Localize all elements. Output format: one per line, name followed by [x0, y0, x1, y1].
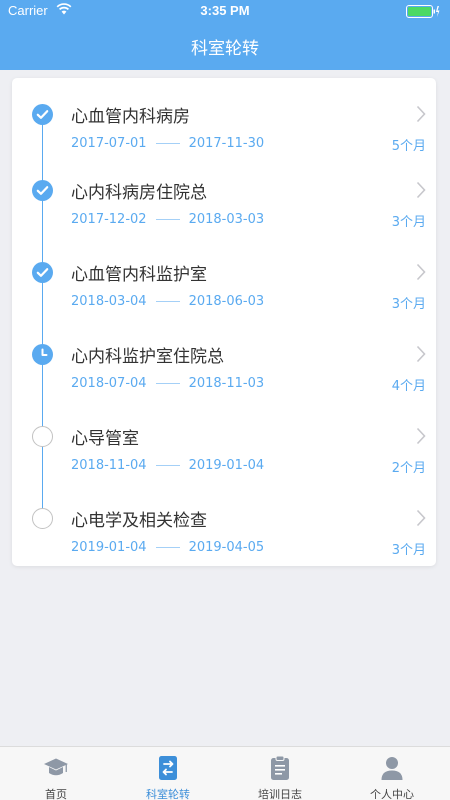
- rotation-dates: 2018-03-04 2018-06-03: [71, 293, 264, 309]
- rotation-end-date: 2018-06-03: [188, 293, 265, 309]
- rotation-start-date: 2019-01-04: [71, 539, 147, 555]
- rotation-duration: 2个月: [391, 461, 426, 476]
- rotation-dates: 2017-12-02 2018-03-03: [71, 211, 264, 227]
- graduation-cap-icon: [44, 758, 68, 776]
- tab-label: 首页: [45, 788, 67, 800]
- rotation-item[interactable]: 心导管室 2018-11-04 2019-01-04 2个月: [12, 400, 436, 482]
- rotation-end-date: 2019-01-04: [188, 457, 265, 473]
- tab-rotation[interactable]: 科室轮转: [112, 747, 224, 800]
- rotation-duration: 4个月: [391, 379, 426, 394]
- rotation-title: 心导管室: [71, 429, 139, 449]
- rotation-item[interactable]: 心血管内科病房 2017-07-01 2017-11-30 5个月: [12, 78, 436, 160]
- battery-icon: [406, 5, 440, 18]
- date-separator: [155, 464, 180, 466]
- tab-home[interactable]: 首页: [0, 747, 112, 800]
- status-time: 3:35 PM: [200, 3, 250, 18]
- rotation-duration: 3个月: [391, 215, 426, 230]
- rotation-item[interactable]: 心内科监护室住院总 2018-07-04 2018-11-03 4个月: [12, 318, 436, 400]
- rotation-dates: 2017-07-01 2017-11-30: [71, 135, 264, 151]
- person-icon: [381, 757, 403, 780]
- rotation-title: 心血管内科监护室: [71, 265, 207, 285]
- in-progress-clock-icon: [32, 344, 53, 365]
- rotation-duration: 3个月: [391, 297, 426, 312]
- tab-label: 科室轮转: [146, 788, 190, 800]
- rotation-dates: 2018-07-04 2018-11-03: [71, 375, 264, 391]
- clipboard-icon: [271, 755, 289, 780]
- chevron-right-icon: [416, 105, 426, 123]
- rotation-title: 心内科监护室住院总: [71, 347, 224, 367]
- tab-training-log[interactable]: 培训日志: [224, 747, 336, 800]
- rotation-item[interactable]: 心血管内科监护室 2018-03-04 2018-06-03 3个月: [12, 236, 436, 318]
- chevron-right-icon: [416, 263, 426, 281]
- date-separator: [155, 218, 180, 220]
- rotation-end-date: 2018-03-03: [188, 211, 265, 227]
- header: Carrier 3:35 PM 科室轮转: [0, 0, 450, 70]
- rotation-dates: 2018-11-04 2019-01-04: [71, 457, 264, 473]
- rotation-start-date: 2017-07-01: [71, 135, 147, 151]
- date-separator: [155, 300, 180, 302]
- pending-circle-icon: [32, 426, 53, 447]
- rotation-end-date: 2019-04-05: [188, 539, 265, 555]
- chevron-right-icon: [416, 427, 426, 445]
- rotation-start-date: 2018-03-04: [71, 293, 147, 309]
- rotation-start-date: 2017-12-02: [71, 211, 147, 227]
- status-bar: Carrier 3:35 PM: [0, 0, 450, 22]
- date-separator: [155, 546, 180, 548]
- rotation-icon: [159, 756, 177, 780]
- date-separator: [155, 382, 180, 384]
- tab-label: 个人中心: [370, 788, 414, 800]
- chevron-right-icon: [416, 181, 426, 199]
- pending-circle-icon: [32, 508, 53, 529]
- rotation-start-date: 2018-07-04: [71, 375, 147, 391]
- rotation-duration: 5个月: [391, 139, 426, 154]
- rotation-dates: 2019-01-04 2019-04-05: [71, 539, 264, 555]
- rotation-title: 心电学及相关检查: [71, 511, 207, 531]
- rotation-title: 心内科病房住院总: [71, 183, 207, 203]
- tab-profile[interactable]: 个人中心: [336, 747, 448, 800]
- rotation-end-date: 2018-11-03: [188, 375, 265, 391]
- rotation-title: 心血管内科病房: [71, 107, 190, 127]
- completed-check-icon: [32, 262, 53, 283]
- completed-check-icon: [32, 104, 53, 125]
- completed-check-icon: [32, 180, 53, 201]
- date-separator: [155, 142, 180, 144]
- chevron-right-icon: [416, 345, 426, 363]
- rotation-item[interactable]: 心电学及相关检查 2019-01-04 2019-04-05 3个月: [12, 482, 436, 564]
- tab-bar: 首页 科室轮转 培训日志 个人中心: [0, 746, 450, 800]
- rotation-end-date: 2017-11-30: [188, 135, 265, 151]
- rotation-start-date: 2018-11-04: [71, 457, 147, 473]
- rotation-item[interactable]: 心内科病房住院总 2017-12-02 2018-03-03 3个月: [12, 154, 436, 236]
- tab-label: 培训日志: [258, 788, 302, 800]
- chevron-right-icon: [416, 509, 426, 527]
- page-title: 科室轮转: [191, 39, 259, 59]
- rotation-duration: 3个月: [391, 543, 426, 558]
- rotation-timeline-card: 心血管内科病房 2017-07-01 2017-11-30 5个月 心内科病房住…: [12, 78, 436, 566]
